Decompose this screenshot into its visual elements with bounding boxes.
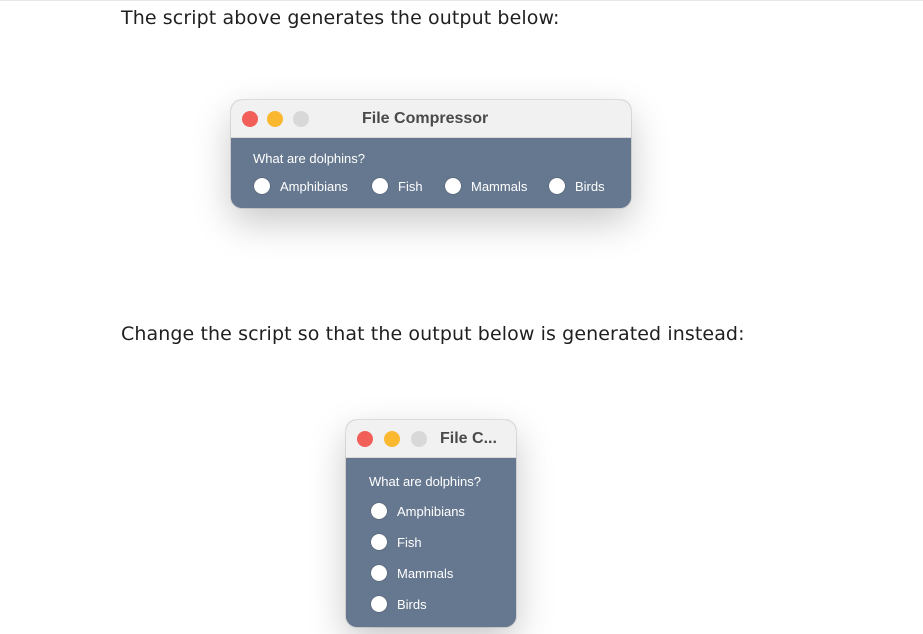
- radio-button-icon[interactable]: [371, 503, 387, 519]
- window-title: File C...: [440, 430, 497, 447]
- window-content: What are dolphins? Amphibians Fish Mamma…: [346, 458, 516, 627]
- window-title: File Compressor: [362, 110, 489, 127]
- radio-button-icon[interactable]: [371, 534, 387, 550]
- radio-option-label: Birds: [397, 596, 427, 612]
- file-compressor-window-desired: File C... What are dolphins? Amphibians …: [346, 420, 516, 627]
- minimize-button-icon[interactable]: [384, 431, 400, 447]
- radio-button-icon[interactable]: [549, 178, 565, 194]
- close-button-icon[interactable]: [242, 111, 258, 127]
- zoom-button-icon[interactable]: [411, 431, 427, 447]
- question-label: What are dolphins?: [253, 151, 366, 166]
- radio-button-icon[interactable]: [445, 178, 461, 194]
- radio-option-label: Birds: [575, 178, 605, 194]
- minimize-button-icon[interactable]: [267, 111, 283, 127]
- file-compressor-window-current: File Compressor What are dolphins? Amphi…: [231, 100, 631, 208]
- window-content: What are dolphins? Amphibians Fish Mamma…: [231, 138, 631, 208]
- radio-button-icon[interactable]: [372, 178, 388, 194]
- intro-text: The script above generates the output be…: [121, 7, 560, 29]
- close-button-icon[interactable]: [357, 431, 373, 447]
- radio-button-icon[interactable]: [254, 178, 270, 194]
- radio-option-label: Fish: [398, 178, 423, 194]
- radio-option-amphibians[interactable]: Amphibians: [254, 178, 348, 194]
- instruction-text: Change the script so that the output bel…: [121, 323, 745, 345]
- radio-option-label: Amphibians: [280, 178, 348, 194]
- radio-option-birds[interactable]: Birds: [371, 596, 427, 612]
- radio-option-birds[interactable]: Birds: [549, 178, 605, 194]
- radio-option-label: Amphibians: [397, 503, 465, 519]
- top-divider: [0, 0, 923, 1]
- question-label: What are dolphins?: [369, 474, 482, 489]
- radio-option-label: Mammals: [397, 565, 454, 581]
- window-titlebar[interactable]: File C...: [346, 420, 516, 458]
- radio-option-mammals[interactable]: Mammals: [371, 565, 453, 581]
- radio-option-amphibians[interactable]: Amphibians: [371, 503, 465, 519]
- radio-button-icon[interactable]: [371, 565, 387, 581]
- radio-option-fish[interactable]: Fish: [371, 534, 422, 550]
- radio-option-mammals[interactable]: Mammals: [445, 178, 527, 194]
- radio-option-label: Fish: [397, 534, 422, 550]
- radio-button-icon[interactable]: [371, 596, 387, 612]
- radio-option-label: Mammals: [471, 178, 528, 194]
- zoom-button-icon[interactable]: [293, 111, 309, 127]
- window-titlebar[interactable]: File Compressor: [231, 100, 631, 138]
- radio-option-fish[interactable]: Fish: [372, 178, 423, 194]
